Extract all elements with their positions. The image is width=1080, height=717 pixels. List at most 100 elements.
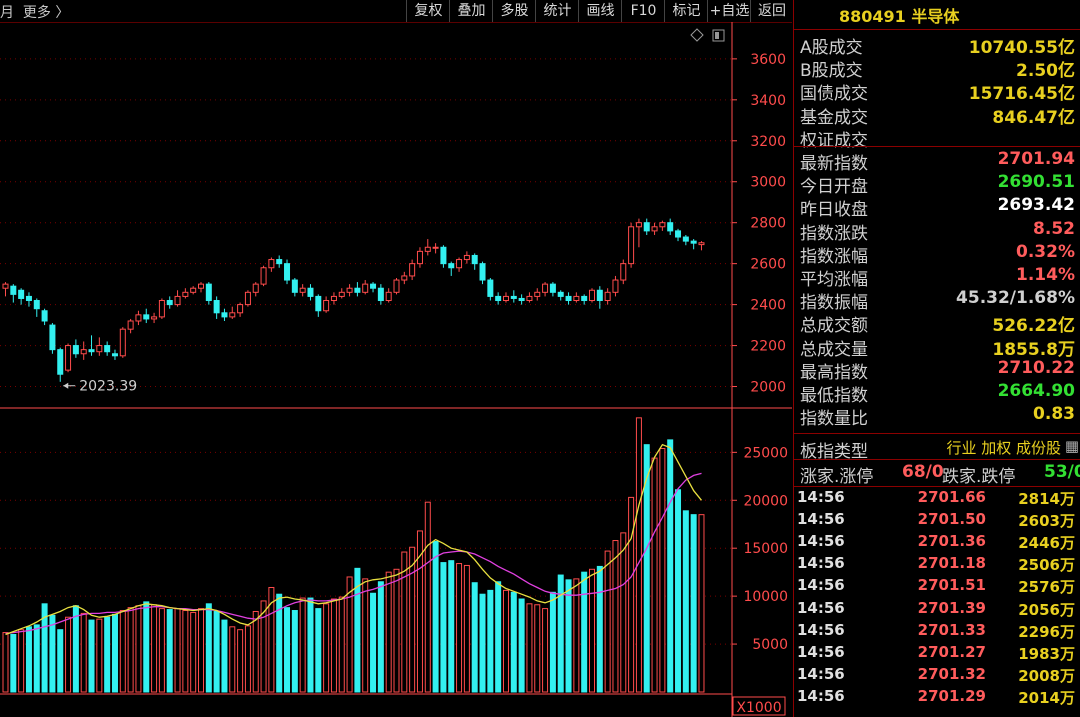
candle-body (581, 295, 588, 302)
tick-price: 2701.51 (917, 576, 986, 595)
volume-bar (393, 568, 400, 693)
volume-bar (573, 578, 580, 693)
stat-value: 2690.51 (997, 172, 1075, 193)
toolbar-button-4[interactable]: 统计 (535, 0, 579, 22)
candle-body (518, 297, 525, 302)
toolbar-button-8[interactable]: +自选 (707, 0, 751, 22)
candle-body (393, 279, 400, 293)
volume-bar (33, 624, 40, 693)
breadth-down-label: 跌家.跌停 (942, 467, 1016, 487)
candle-body (205, 283, 212, 302)
volume-bar (667, 439, 674, 693)
volume-bar (479, 593, 486, 693)
tick-time: 14:56 (797, 620, 845, 639)
volume-bar (682, 510, 689, 693)
candle-body (440, 246, 447, 265)
candle-body (104, 345, 111, 353)
volume-bar (698, 514, 705, 693)
candle-body (244, 291, 251, 306)
stat-row: 最低指数 2664.90 (794, 380, 1080, 406)
tick-price: 2701.33 (917, 620, 986, 639)
toolbar-button-6[interactable]: F10 (621, 0, 665, 22)
candle-body (573, 295, 580, 302)
stat-row: 基金成交 846.47亿 (794, 102, 1080, 128)
stat-row: 指数振幅 45.32/1.68% (794, 287, 1080, 313)
volume-bar (151, 604, 158, 693)
chart-toolbar: 月 更多 〉 复权 叠加 多股 统计 画线 F10 标记 +自选 返回 (0, 0, 792, 23)
candle-body (667, 222, 674, 232)
stat-row: 国债成交 15716.45亿 (794, 78, 1080, 104)
toolbar-button-5[interactable]: 画线 (578, 0, 622, 22)
candle-body (268, 259, 275, 269)
candle-body (221, 312, 228, 318)
candle-body (2, 283, 9, 289)
tick-price: 2701.66 (917, 488, 986, 506)
price-tick-label: 3000 (750, 175, 786, 191)
tick-volume: 1983万 (1018, 644, 1075, 663)
volume-bar (565, 579, 572, 693)
volume-bar (143, 601, 150, 693)
candle-body (190, 287, 197, 293)
volume-bar (111, 613, 118, 693)
candle-body (565, 295, 572, 302)
stat-row: B股成交 2.50亿 (794, 55, 1080, 81)
toolbar-button-9[interactable]: 返回 (750, 0, 793, 22)
volume-bar (448, 560, 455, 693)
volume-bar (299, 597, 306, 693)
toolbar-button-7[interactable]: 标记 (664, 0, 708, 22)
tick-volume: 2008万 (1018, 666, 1075, 685)
toolbar-button-2[interactable]: 叠加 (449, 0, 493, 22)
candle-body (651, 226, 658, 232)
tick-price: 2701.29 (917, 686, 986, 705)
candle-body (542, 283, 549, 293)
trade-tick-row: 14:56 2701.32 2008万 (794, 665, 1080, 687)
candle-body (432, 246, 439, 249)
volume-bar (10, 633, 17, 693)
low-arrow-head (63, 382, 69, 389)
candle-body (88, 349, 95, 353)
period-selector[interactable]: 月 更多 〉 (0, 2, 69, 22)
volume-bar (135, 605, 142, 693)
candle-body (18, 289, 25, 299)
volume-bar (25, 626, 32, 693)
candle-body (690, 240, 697, 244)
price-tick-label: 3400 (750, 93, 786, 109)
volume-bar (377, 581, 384, 693)
tick-volume: 2296万 (1018, 622, 1075, 641)
volume-unit-label: X1000 (736, 700, 781, 716)
index-type-value[interactable]: 行业 加权 成份股 (946, 437, 1061, 458)
price-tick-label: 2000 (750, 380, 786, 396)
candle-body (424, 246, 431, 252)
volume-bar (518, 598, 525, 693)
volume-bar (651, 457, 658, 693)
candle-body (370, 283, 377, 289)
index-type-row: 板指类型 行业 加权 成份股 ▦ (794, 436, 1080, 462)
candle-body (49, 324, 56, 351)
panel-separator (794, 459, 1080, 460)
volume-bar (620, 532, 627, 693)
candle-body (510, 295, 517, 299)
volume-bar (127, 607, 134, 693)
candle-body (65, 345, 72, 371)
grid-menu-icon[interactable]: ▦ (1065, 437, 1079, 455)
volume-bar (252, 610, 259, 693)
price-tick-label: 2800 (750, 216, 786, 232)
volume-bar (557, 574, 564, 693)
breadth-up-value: 68/0 (902, 462, 944, 482)
candle-body (166, 300, 173, 306)
trade-tick-row: 14:56 2701.18 2506万 (794, 554, 1080, 576)
candle-body (448, 263, 455, 269)
volume-bar (166, 609, 173, 693)
volume-bar (330, 598, 337, 693)
volume-bar (72, 605, 79, 693)
volume-bar (49, 614, 56, 693)
toolbar-button-1[interactable]: 复权 (406, 0, 450, 22)
volume-bar (612, 540, 619, 693)
quote-panel: 880491 半导体 A股成交 10740.55亿 B股成交 2.50亿 国债成交 157… (793, 0, 1080, 717)
toolbar-button-3[interactable]: 多股 (492, 0, 536, 22)
stat-label: 指数量比 (800, 409, 868, 430)
volume-bar (370, 592, 377, 693)
volume-bar (487, 589, 494, 693)
stat-row: 权证成交 (794, 125, 1080, 151)
kline-chart[interactable]: 3600 3400 3200 3000 2800 2600 2400 2200 2000 2500… (0, 22, 792, 717)
